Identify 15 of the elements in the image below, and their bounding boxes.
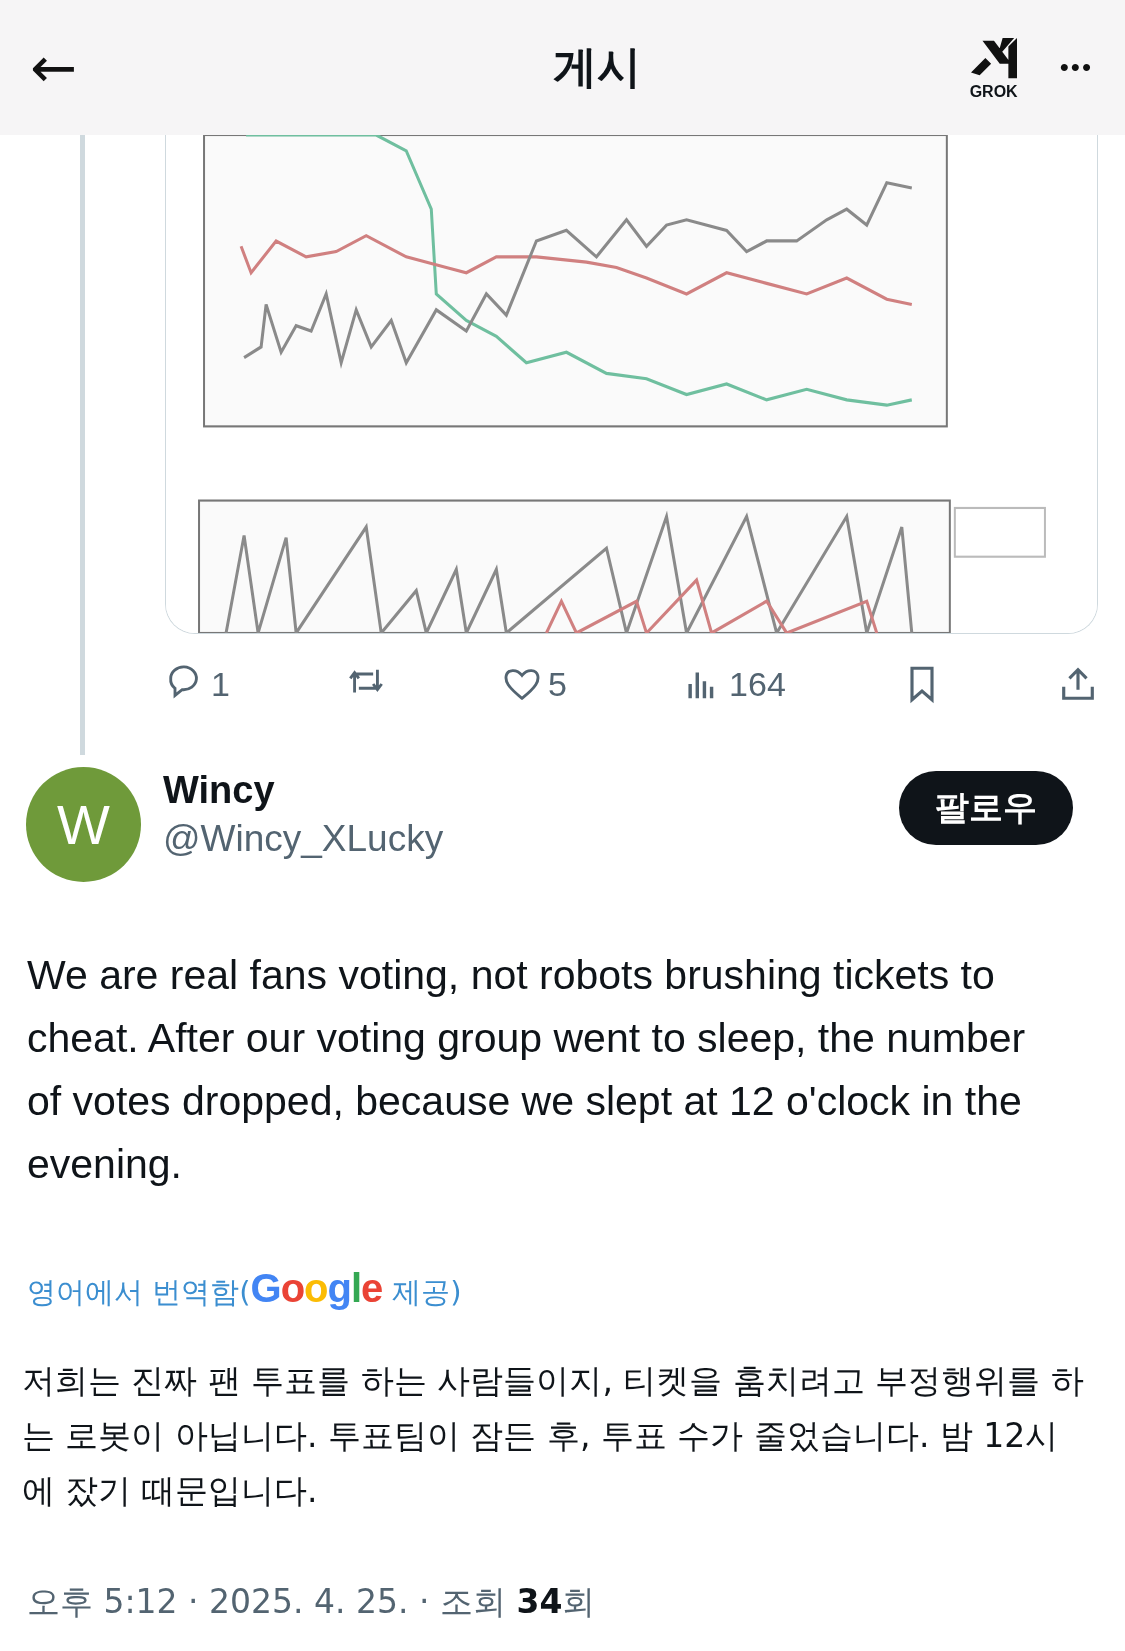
like-button[interactable]: 5: [502, 664, 567, 704]
follow-button[interactable]: 팔로우: [899, 771, 1073, 845]
avatar: W: [26, 767, 141, 882]
post-meta: 오후 5:12 · 2025. 4. 25. · 조회 34회: [27, 1581, 597, 1623]
author-handle: @Wincy_XLucky: [163, 818, 445, 860]
views-button[interactable]: 164: [683, 664, 786, 704]
page-title: 게시: [553, 40, 642, 94]
back-button[interactable]: ←: [30, 39, 77, 96]
more-button[interactable]: •••: [1059, 52, 1093, 83]
reply-button[interactable]: 1: [165, 664, 230, 704]
tweet-text: We are real fans voting, not robots brushing tickets to cheat. After our voting group went to sleep, the number of votes dropped, because we slept at 12 o'clock in the evening.: [27, 951, 1027, 1189]
grok-button[interactable]: GROK: [967, 34, 1020, 101]
translated-text: 저희는 진짜 팬 투표를 하는 사람들이지, 티켓을 훔치려고 부정행위를 하는 로봇이 아닙니다. 투표팀이 잠든 후, 투표 수가 줄었습니다. 밤 12시에 잤기 때문입니다.: [22, 1360, 1085, 1512]
translation-link[interactable]: 영어에서 번역함(Google 제공): [27, 1266, 462, 1313]
author-name: Wincy: [163, 769, 276, 812]
